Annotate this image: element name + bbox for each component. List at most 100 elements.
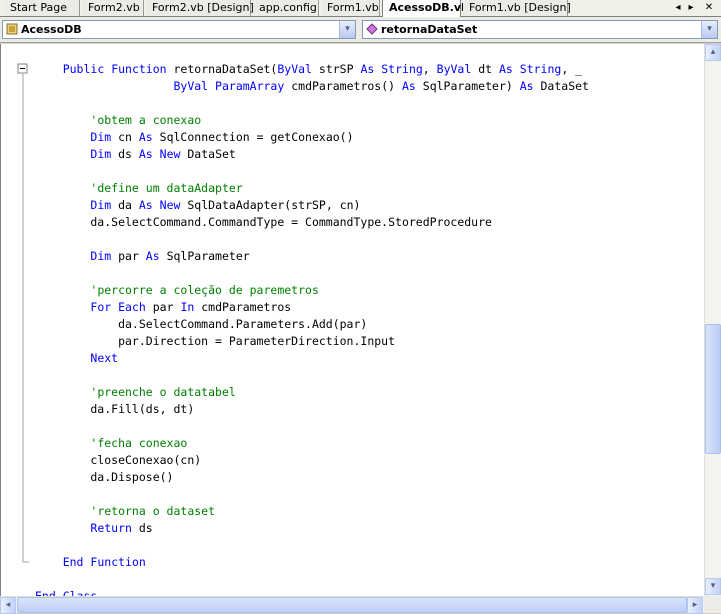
code-token: da.Dispose() <box>35 470 174 484</box>
class-icon <box>6 23 18 35</box>
code-line: par.Direction = ParameterDirection.Input <box>35 333 395 350</box>
comment-token: 'preenche o datatabel <box>90 385 236 399</box>
scroll-up-button[interactable]: ▴ <box>705 44 721 61</box>
tab-app-config[interactable]: app.config <box>253 0 319 16</box>
code-token: DataSet <box>533 79 589 93</box>
tab-scroll-right-icon[interactable]: ▸ <box>685 1 697 14</box>
tab-form1-vb-design[interactable]: Form1.vb [Design] <box>463 0 571 16</box>
keyword-token: Class <box>62 589 98 596</box>
tab-form2-vb[interactable]: Form2.vb <box>82 0 144 16</box>
code-line: 'preenche o datatabel <box>35 384 236 401</box>
code-token: cmdParametros <box>194 300 292 314</box>
keyword-token: As <box>519 79 534 93</box>
keyword-token: As <box>360 62 375 76</box>
code-token: retornaDataSet( <box>166 62 278 76</box>
code-line: closeConexao(cn) <box>35 452 201 469</box>
code-line: End Class <box>35 588 97 596</box>
code-token: cn <box>111 130 139 144</box>
method-name-value: retornaDataSet <box>381 23 478 36</box>
keyword-token: Return <box>90 521 132 535</box>
method-icon <box>366 23 378 35</box>
comment-token: 'percorre a coleção de paremetros <box>90 283 319 297</box>
code-token: da <box>111 198 139 212</box>
keyword-token: New <box>159 147 181 161</box>
code-line: da.SelectCommand.CommandType = CommandTy… <box>35 214 492 231</box>
document-tab-strip: Start Page Form2.vb Form2.vb [Design] app.c… <box>0 0 721 17</box>
keyword-token: As <box>138 147 153 161</box>
keyword-token: Next <box>90 351 119 365</box>
code-line: Public Function retornaDataSet(ByVal str… <box>35 61 582 78</box>
code-line: End Function <box>35 554 146 571</box>
code-line: 'obtem a conexao <box>35 112 201 129</box>
keyword-token: New <box>159 198 181 212</box>
code-token: par.Direction = ParameterDirection.Input <box>35 334 396 348</box>
keyword-token: For <box>90 300 112 314</box>
comment-token: 'fecha conexao <box>90 436 188 450</box>
chevron-down-icon[interactable]: ▾ <box>339 21 355 38</box>
code-token: strSP <box>311 62 361 76</box>
code-token: ds <box>131 521 153 535</box>
tab-start-page[interactable]: Start Page <box>4 0 80 16</box>
method-name-dropdown[interactable]: retornaDataSet ▾ <box>362 20 718 39</box>
keyword-token: Public <box>62 62 105 76</box>
code-line: 'fecha conexao <box>35 435 187 452</box>
keyword-token: Dim <box>90 130 112 144</box>
code-line: da.SelectCommand.Parameters.Add(par) <box>35 316 367 333</box>
code-line: Dim ds As New DataSet <box>35 146 235 163</box>
code-token: SqlParameter <box>159 249 250 263</box>
keyword-token: String <box>381 62 423 76</box>
keyword-token: End <box>62 555 84 569</box>
comment-token: 'retorna o dataset <box>90 504 216 518</box>
code-token: SqlConnection = getConexao() <box>152 130 354 144</box>
scroll-left-button[interactable]: ◂ <box>0 597 16 614</box>
code-token: cmdParametros() <box>284 79 402 93</box>
tab-scroll-left-icon[interactable]: ◂ <box>672 1 684 14</box>
keyword-token: ByVal <box>173 79 209 93</box>
code-token: closeConexao(cn) <box>35 453 202 467</box>
keyword-token: As <box>138 130 153 144</box>
keyword-token: Each <box>118 300 146 314</box>
horizontal-scroll-thumb[interactable] <box>17 597 687 613</box>
code-token: par <box>111 249 146 263</box>
vertical-scrollbar[interactable]: ▴ ▾ <box>704 44 721 596</box>
code-line: 'define um dataAdapter <box>35 180 243 197</box>
code-token: ds <box>111 147 139 161</box>
scroll-right-button[interactable]: ▸ <box>687 597 703 614</box>
code-token: par <box>145 300 181 314</box>
keyword-token: ByVal <box>436 62 472 76</box>
outline-lines <box>17 63 29 563</box>
code-token: da.SelectCommand.CommandType = CommandTy… <box>35 215 492 229</box>
code-token: SqlParameter) <box>415 79 520 93</box>
code-line: ByVal ParamArray cmdParametros() As SqlP… <box>35 78 589 95</box>
tab-acessodb-vb[interactable]: AcessoDB.vb <box>382 0 469 17</box>
code-line: Next <box>35 350 118 367</box>
code-line: Dim da As New SqlDataAdapter(strSP, cn) <box>35 197 360 214</box>
code-token: , _ <box>561 62 583 76</box>
code-editor[interactable]: Public Function retornaDataSet(ByVal str… <box>0 44 705 596</box>
class-name-dropdown[interactable]: AcessoDB ▾ <box>2 20 356 39</box>
scroll-down-button[interactable]: ▾ <box>705 578 721 595</box>
code-token: dt <box>471 62 499 76</box>
code-token: , <box>422 62 437 76</box>
vertical-scroll-thumb[interactable] <box>705 324 721 454</box>
tab-form2-vb-design[interactable]: Form2.vb [Design] <box>146 0 254 16</box>
keyword-token: Dim <box>90 198 112 212</box>
close-icon[interactable]: ✕ <box>703 1 715 14</box>
comment-token: 'define um dataAdapter <box>90 181 243 195</box>
horizontal-scrollbar[interactable]: ◂ ▸ <box>0 596 704 614</box>
keyword-token: As <box>145 249 160 263</box>
tab-form1-vb[interactable]: Form1.vb <box>321 0 380 16</box>
chevron-down-icon[interactable]: ▾ <box>701 21 717 38</box>
